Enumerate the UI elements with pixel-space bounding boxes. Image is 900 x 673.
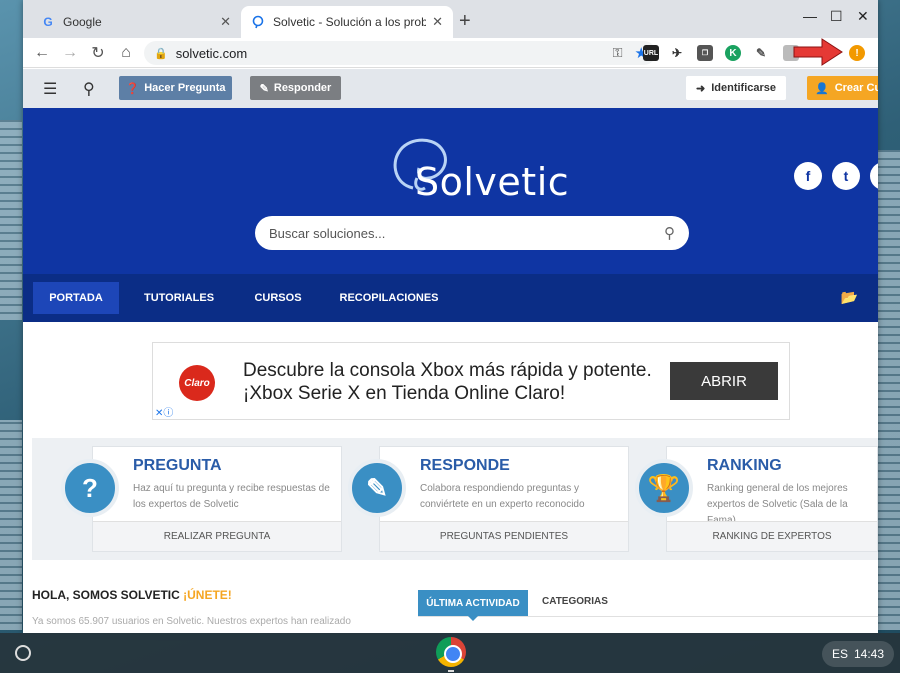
site-search-box[interactable]: ⚲: [255, 216, 689, 250]
update-alert-icon[interactable]: !: [849, 45, 865, 61]
key-icon[interactable]: ⚿: [613, 45, 623, 61]
google-favicon-icon: G: [43, 15, 53, 29]
answer-label: Responder: [273, 82, 332, 94]
site-logo-text: Solvetic: [415, 160, 570, 204]
ad-open-button[interactable]: ABRIR: [670, 362, 778, 400]
nav-item-recopilaciones[interactable]: RECOPILACIONES: [329, 282, 449, 314]
site-header: ☰ ⚲ ❓ Hacer Pregunta ✎ Responder ➜ Ident…: [23, 69, 878, 108]
tab-label: Solvetic - Solución a los problem: [273, 15, 427, 29]
tab-google[interactable]: G Google ✕: [31, 6, 241, 38]
card-desc: Colabora respondiendo preguntas y convié…: [420, 483, 585, 510]
hero-banner: Solvetic ⚲ f t: [23, 108, 878, 274]
add-user-icon: 👤: [815, 82, 829, 95]
pencil-icon: ✎: [348, 459, 406, 517]
new-tab-button[interactable]: +: [459, 10, 471, 33]
card-action-button[interactable]: REALIZAR PREGUNTA: [93, 521, 341, 551]
browser-toolbar: ← → ↻ ⌂ 🔒 solvetic.com ⚿ ★ URL ✈ ❐ K ✎ !: [23, 38, 878, 68]
copy-extension-icon[interactable]: ❐: [697, 45, 713, 61]
back-arrow-icon[interactable]: ←: [31, 42, 53, 64]
card-action-button[interactable]: PREGUNTAS PENDIENTES: [380, 521, 628, 551]
feature-cards: ? PREGUNTA Haz aquí tu pregunta y recibe…: [32, 438, 878, 560]
signup-button[interactable]: 👤 Crear Cu: [807, 76, 878, 100]
ask-question-label: Hacer Pregunta: [144, 82, 226, 94]
wallpaper-building: [0, 420, 22, 630]
wallpaper-building: [878, 150, 900, 630]
welcome-heading: HOLA, SOMOS SOLVETIC ¡ÚNETE!: [32, 588, 232, 602]
nav-item-cursos[interactable]: CURSOS: [243, 282, 313, 314]
lock-icon: 🔒: [154, 47, 168, 60]
k-extension-icon[interactable]: K: [725, 45, 741, 61]
welcome-subtext: Ya somos 65.907 usuarios en Solvetic. Nu…: [32, 616, 351, 627]
forward-arrow-icon[interactable]: →: [59, 42, 81, 64]
trophy-icon: 🏆: [635, 459, 693, 517]
main-nav: PORTADA TUTORIALES CURSOS RECOPILACIONES…: [23, 274, 878, 322]
card-pregunta: ? PREGUNTA Haz aquí tu pregunta y recibe…: [61, 446, 342, 552]
solvetic-favicon-icon: [251, 15, 265, 29]
card-ranking: 🏆 RANKING Ranking general de los mejores…: [635, 446, 878, 552]
social-icon[interactable]: [870, 162, 878, 190]
browser-window: G Google ✕ Solvetic - Solución a los pro…: [23, 0, 878, 633]
url-extension-icon[interactable]: URL: [643, 45, 659, 61]
close-window-icon[interactable]: ✕: [857, 8, 869, 25]
tab-latest-activity[interactable]: ÚLTIMA ACTIVIDAD: [418, 590, 528, 616]
ad-area: Claro Descubre la consola Xbox más rápid…: [23, 322, 878, 428]
system-tray[interactable]: ES 14:43: [822, 641, 894, 667]
ad-text: Descubre la consola Xbox más rápida y po…: [243, 360, 652, 404]
search-input[interactable]: [269, 225, 664, 241]
brush-extension-icon[interactable]: ✎: [753, 45, 769, 61]
close-icon[interactable]: ✕: [220, 14, 231, 30]
question-icon: ❓: [125, 82, 140, 95]
close-icon[interactable]: ✕: [432, 14, 443, 30]
signup-label: Crear Cu: [834, 82, 878, 94]
tab-categories[interactable]: CATEGORIAS: [542, 596, 608, 607]
card-responde: ✎ RESPONDE Colabora respondiendo pregunt…: [348, 446, 629, 552]
tab-caret-icon: [468, 616, 478, 621]
login-button[interactable]: ➜ Identificarse: [686, 76, 786, 100]
card-title: RANKING: [707, 457, 782, 474]
card-action-button[interactable]: RANKING DE EXPERTOS: [667, 521, 877, 551]
tab-strip: G Google ✕ Solvetic - Solución a los pro…: [23, 0, 878, 38]
claro-logo: Claro: [179, 365, 215, 401]
welcome-title: HOLA, SOMOS SOLVETIC: [32, 588, 184, 602]
search-icon[interactable]: ⚲: [664, 224, 675, 242]
card-title: PREGUNTA: [133, 457, 222, 474]
minimize-icon[interactable]: —: [803, 8, 817, 24]
folder-icon[interactable]: 📂: [841, 289, 858, 306]
tab-label: Google: [63, 15, 102, 29]
twitter-icon[interactable]: t: [832, 162, 860, 190]
language-indicator: ES: [831, 647, 848, 661]
question-icon: ?: [61, 459, 119, 517]
url-text: solvetic.com: [175, 45, 248, 61]
menu-icon[interactable]: ☰: [43, 79, 57, 99]
answer-button[interactable]: ✎ Responder: [250, 76, 341, 100]
facebook-icon[interactable]: f: [794, 162, 822, 190]
nav-item-tutoriales[interactable]: TUTORIALES: [131, 282, 227, 314]
login-label: Identificarse: [711, 82, 777, 94]
home-icon[interactable]: ⌂: [115, 42, 137, 64]
maximize-icon[interactable]: ☐: [830, 8, 843, 25]
join-link[interactable]: ¡ÚNETE!: [183, 588, 232, 602]
reload-icon[interactable]: ↻: [87, 42, 109, 64]
chrome-icon[interactable]: [436, 637, 466, 667]
wallpaper-building: [0, 120, 22, 320]
launcher-icon[interactable]: [15, 645, 31, 661]
edit-icon: ✎: [259, 82, 269, 95]
address-bar[interactable]: 🔒 solvetic.com ⚿ ★: [144, 41, 656, 65]
nav-item-portada[interactable]: PORTADA: [33, 282, 119, 314]
card-title: RESPONDE: [420, 457, 510, 474]
ask-question-button[interactable]: ❓ Hacer Pregunta: [119, 76, 232, 100]
tab-solvetic[interactable]: Solvetic - Solución a los problem ✕: [241, 6, 453, 38]
ad-banner[interactable]: Claro Descubre la consola Xbox más rápid…: [152, 342, 790, 420]
card-desc: Haz aquí tu pregunta y recibe respuestas…: [133, 483, 330, 510]
ad-choices-icon[interactable]: ✕ⓘ: [153, 404, 176, 419]
clock: 14:43: [853, 647, 885, 661]
divider: [418, 616, 878, 617]
search-icon[interactable]: ⚲: [83, 79, 95, 99]
os-shelf: ES 14:43: [0, 633, 900, 673]
red-arrow-annotation-icon: [793, 38, 843, 66]
mobile-extension-icon[interactable]: ✈: [669, 45, 685, 61]
login-icon: ➜: [695, 82, 706, 95]
running-indicator: [448, 670, 454, 672]
